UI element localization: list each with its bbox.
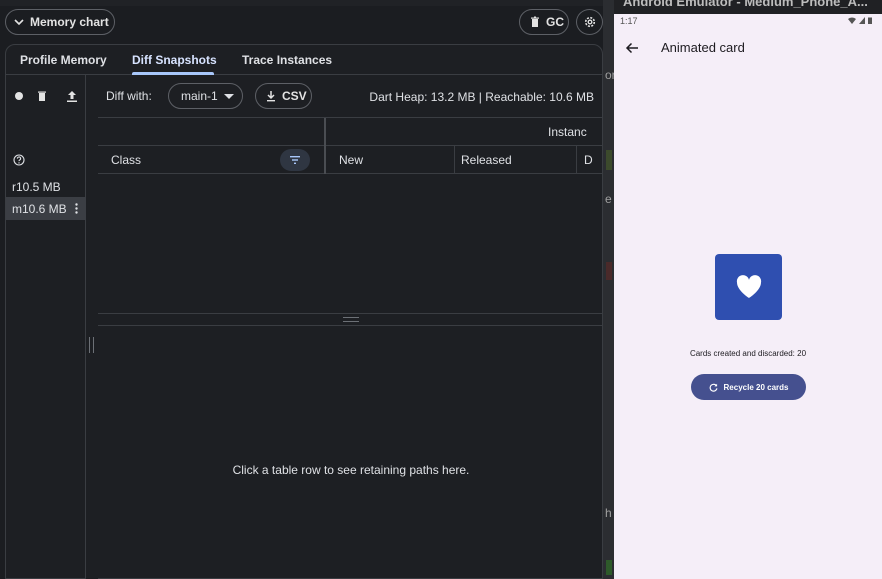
edge-color-block: [606, 150, 612, 170]
table-header-row: Class New Released D: [98, 146, 604, 174]
table-group-header-row: Instanc: [98, 118, 604, 146]
memory-chart-label: Memory chart: [30, 15, 109, 29]
retaining-paths-placeholder: Click a table row to see retaining paths…: [232, 463, 470, 477]
emulator-title-bar: Android Emulator - Medium_Phone_A...: [614, 0, 882, 14]
column-header-delta[interactable]: D: [584, 153, 593, 167]
diff-toolbar: Diff with: main-1 CSV Dart Heap: 13.2 MB…: [98, 75, 604, 118]
delete-icon[interactable]: [35, 89, 49, 103]
gear-icon: [584, 16, 595, 28]
wifi-icon: [848, 17, 856, 24]
recycle-cards-label: Recycle 20 cards: [723, 382, 789, 392]
snapshot-sidebar: r10.5 MB m10.6 MB: [6, 75, 86, 579]
animated-card[interactable]: [715, 254, 782, 320]
devtools-panel: Memory chart GC Profile Memory Diff Snap…: [0, 0, 607, 579]
column-divider: [454, 146, 455, 174]
edge-color-block: [606, 262, 612, 280]
signal-icon: [859, 17, 865, 24]
trash-icon: [531, 16, 539, 27]
more-vert-icon[interactable]: [75, 203, 78, 214]
tab-diff-snapshots[interactable]: Diff Snapshots: [132, 53, 217, 67]
memory-view-card: Profile Memory Diff Snapshots Trace Inst…: [5, 44, 604, 579]
help-icon[interactable]: [13, 154, 25, 166]
status-icons: [848, 17, 872, 24]
pinned-column-divider[interactable]: [324, 118, 326, 174]
column-header-class[interactable]: Class: [111, 153, 141, 167]
snapshot-label: r10.5 MB: [12, 179, 61, 194]
caret-down-icon: [224, 94, 234, 99]
edge-text-fragment: h: [605, 506, 612, 520]
recycle-cards-button[interactable]: Recycle 20 cards: [691, 374, 806, 400]
gc-label: GC: [546, 15, 564, 29]
memory-chart-toggle-button[interactable]: Memory chart: [5, 9, 115, 35]
snapshot-item-selected[interactable]: m10.6 MB: [6, 197, 86, 220]
top-bar: [0, 0, 607, 6]
edge-color-block: [606, 560, 612, 575]
snapshot-item[interactable]: r10.5 MB: [6, 175, 86, 198]
column-header-released[interactable]: Released: [461, 153, 512, 167]
tab-trace-instances[interactable]: Trace Instances: [242, 53, 332, 67]
class-filter-button[interactable]: [280, 149, 310, 171]
android-status-bar: 1:17: [614, 14, 882, 30]
refresh-icon: [709, 383, 718, 392]
diff-table: Instanc Class New Released D: [98, 118, 604, 313]
edge-text-fragment: e: [605, 192, 612, 206]
android-emulator: Android Emulator - Medium_Phone_A... 1:1…: [614, 0, 882, 579]
instances-group-header: Instanc: [548, 125, 587, 139]
download-icon: [267, 91, 275, 102]
splitter-grip-icon: [89, 337, 94, 353]
back-arrow-icon[interactable]: [624, 40, 640, 56]
app-title: Animated card: [661, 40, 745, 55]
cards-count-text: Cards created and discarded: 20: [689, 349, 807, 358]
diff-snapshot-select-value: main-1: [181, 89, 218, 103]
status-clock: 1:17: [620, 16, 638, 26]
diff-snapshot-select[interactable]: main-1: [168, 83, 243, 109]
record-icon[interactable]: [12, 89, 26, 103]
memory-tabs: Profile Memory Diff Snapshots Trace Inst…: [6, 45, 604, 75]
csv-label: CSV: [282, 89, 307, 103]
battery-icon: [868, 17, 872, 24]
snapshot-label: m10.6 MB: [12, 201, 67, 216]
csv-export-button[interactable]: CSV: [255, 83, 312, 109]
app-bar: Animated card: [614, 30, 882, 66]
settings-button[interactable]: [576, 9, 603, 35]
splitter-grip-icon: [343, 317, 359, 322]
tab-profile-memory[interactable]: Profile Memory: [20, 53, 107, 67]
emulator-window-title: Android Emulator - Medium_Phone_A...: [623, 0, 868, 9]
column-header-new[interactable]: New: [339, 153, 363, 167]
export-icon[interactable]: [65, 89, 79, 103]
heap-stats: Dart Heap: 13.2 MB | Reachable: 10.6 MB: [369, 90, 594, 104]
column-divider: [576, 146, 577, 174]
vertical-splitter[interactable]: [86, 75, 98, 579]
filter-icon: [290, 156, 300, 164]
chevron-down-icon: [14, 19, 24, 26]
background-window-edge: [603, 0, 614, 579]
heart-icon: [736, 275, 761, 298]
diff-with-label: Diff with:: [106, 89, 152, 103]
horizontal-splitter[interactable]: [98, 313, 604, 326]
gc-button[interactable]: GC: [519, 9, 569, 35]
